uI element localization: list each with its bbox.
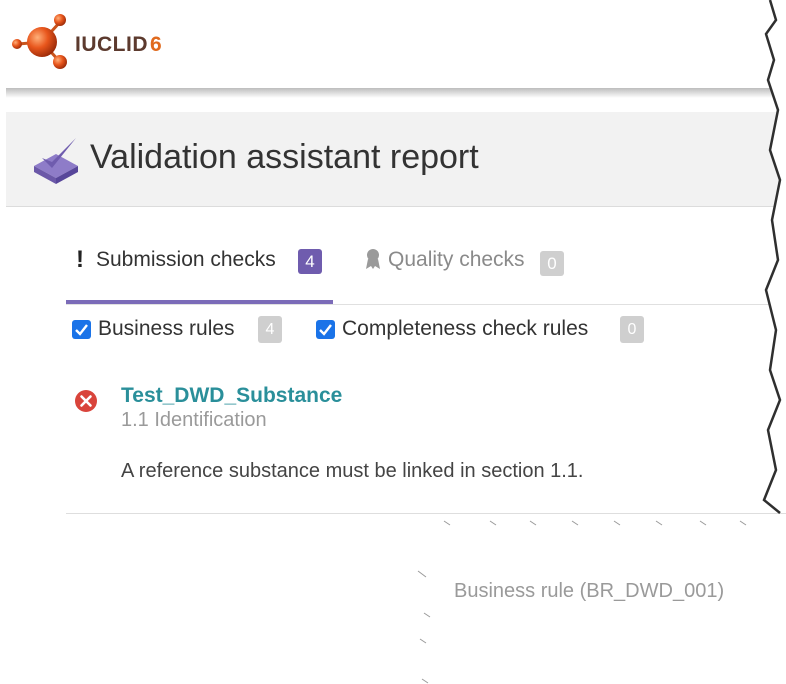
check-tabs: ! Submission checks 4 Quality checks 0 xyxy=(66,236,786,304)
checkmark-icon xyxy=(75,324,88,336)
rule-filters: Business rules 4 Completeness check rule… xyxy=(72,316,772,348)
filter-label: Business rules xyxy=(98,317,235,340)
title-band: Validation assistant report xyxy=(6,112,786,207)
validation-checkmark-icon xyxy=(34,138,78,184)
app-header: IUCLID6 xyxy=(0,0,786,88)
checkmark-icon xyxy=(319,324,332,336)
count-badge: 0 xyxy=(540,251,564,276)
completeness-rules-checkbox[interactable] xyxy=(316,320,335,339)
error-icon xyxy=(75,390,97,412)
tab-label: Quality checks xyxy=(388,248,525,271)
tab-quality-checks[interactable]: Quality checks 0 xyxy=(358,236,578,300)
award-ribbon-icon xyxy=(366,249,380,269)
logo-version: 6 xyxy=(150,33,163,56)
result-document-link[interactable]: Test_DWD_Substance xyxy=(121,384,342,408)
count-badge: 4 xyxy=(258,316,282,343)
tab-divider xyxy=(66,304,786,305)
tab-label: Submission checks xyxy=(96,248,276,271)
business-rules-checkbox[interactable] xyxy=(72,320,91,339)
business-rule-reference: Business rule (BR_DWD_001) xyxy=(454,580,725,602)
iuclid-logo[interactable]: IUCLID6 xyxy=(8,10,198,72)
count-badge: 0 xyxy=(620,316,644,343)
header-shadow xyxy=(6,88,786,98)
filter-label: Completeness check rules xyxy=(342,317,589,340)
count-badge: 4 xyxy=(298,249,322,274)
result-message: A reference substance must be linked in … xyxy=(121,460,584,482)
exclamation-icon: ! xyxy=(76,246,84,273)
page-title: Validation assistant report xyxy=(90,138,479,176)
validation-result-item: Test_DWD_Substance 1.1 Identification A … xyxy=(66,380,786,514)
logo-name: IUCLID xyxy=(75,33,148,56)
result-section: 1.1 Identification xyxy=(121,409,267,431)
tab-submission-checks[interactable]: ! Submission checks 4 xyxy=(66,236,333,304)
logo-wordmark: IUCLID6 xyxy=(75,33,162,57)
